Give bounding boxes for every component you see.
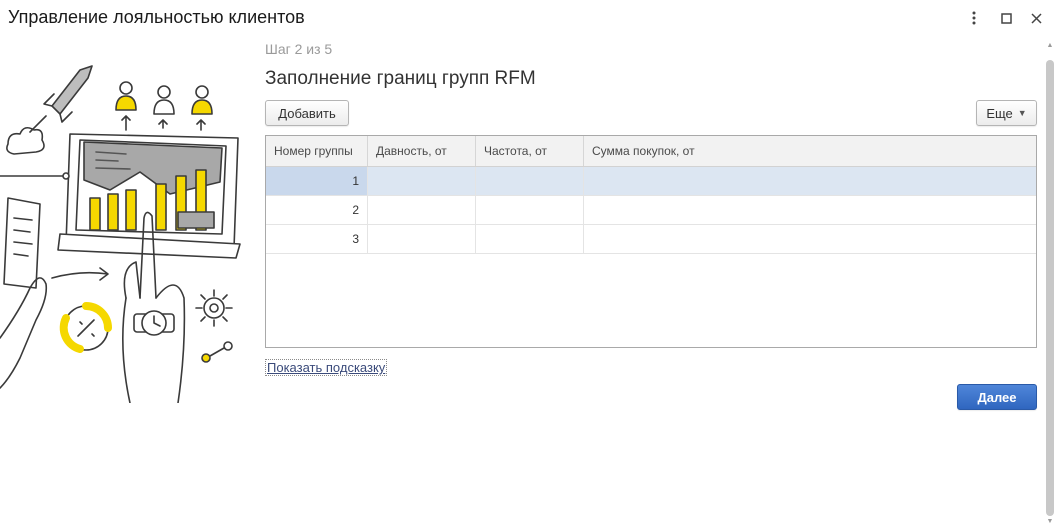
group-number-cell[interactable]: 3 (266, 225, 368, 253)
table-header: Номер группы Давность, от Частота, от Су… (266, 136, 1036, 167)
table-row[interactable]: 1 (266, 167, 1036, 196)
amount-cell[interactable] (584, 167, 1036, 195)
column-header-group-number[interactable]: Номер группы (266, 136, 368, 166)
page-title: Заполнение границ групп RFM (265, 68, 536, 89)
amount-cell[interactable] (584, 196, 1036, 224)
next-button-label: Далее (977, 389, 1017, 405)
recency-cell[interactable] (368, 196, 476, 224)
more-button[interactable]: Еще ▼ (976, 100, 1037, 126)
column-header-recency[interactable]: Давность, от (368, 136, 476, 166)
window-title: Управление лояльностью клиентов (8, 7, 305, 27)
chevron-down-icon: ▼ (1017, 108, 1027, 118)
loyalty-illustration-image (0, 65, 241, 404)
scroll-up-icon[interactable]: ▲ (1046, 42, 1054, 52)
table-row[interactable]: 3 (266, 225, 1036, 254)
frequency-cell[interactable] (476, 196, 584, 224)
recency-cell[interactable] (368, 225, 476, 253)
add-button[interactable]: Добавить (265, 100, 349, 126)
add-button-label: Добавить (278, 105, 336, 121)
column-header-amount[interactable]: Сумма покупок, от (584, 136, 1036, 166)
more-vertical-icon[interactable] (964, 8, 984, 28)
group-number-cell[interactable]: 1 (266, 167, 368, 195)
more-button-label: Еще (986, 105, 1013, 121)
frequency-cell[interactable] (476, 225, 584, 253)
table-row[interactable]: 2 (266, 196, 1036, 225)
group-number-cell[interactable]: 2 (266, 196, 368, 224)
recency-cell[interactable] (368, 167, 476, 195)
scrollbar-thumb[interactable] (1046, 60, 1054, 516)
scroll-down-icon[interactable]: ▼ (1046, 518, 1054, 528)
vertical-scrollbar[interactable]: ▲ ▼ (1044, 42, 1056, 528)
close-icon[interactable] (1026, 8, 1046, 28)
show-hint-link[interactable]: Показать подсказку (265, 359, 388, 376)
step-indicator: Шаг 2 из 5 (265, 41, 333, 57)
rfm-groups-table[interactable]: Номер группы Давность, от Частота, от Су… (265, 135, 1037, 348)
wizard-illustration (0, 58, 245, 404)
frequency-cell[interactable] (476, 167, 584, 195)
amount-cell[interactable] (584, 225, 1036, 253)
maximize-icon[interactable] (996, 8, 1016, 28)
next-button[interactable]: Далее (957, 384, 1037, 410)
title-bar: Управление лояльностью клиентов (0, 0, 1056, 36)
column-header-frequency[interactable]: Частота, от (476, 136, 584, 166)
